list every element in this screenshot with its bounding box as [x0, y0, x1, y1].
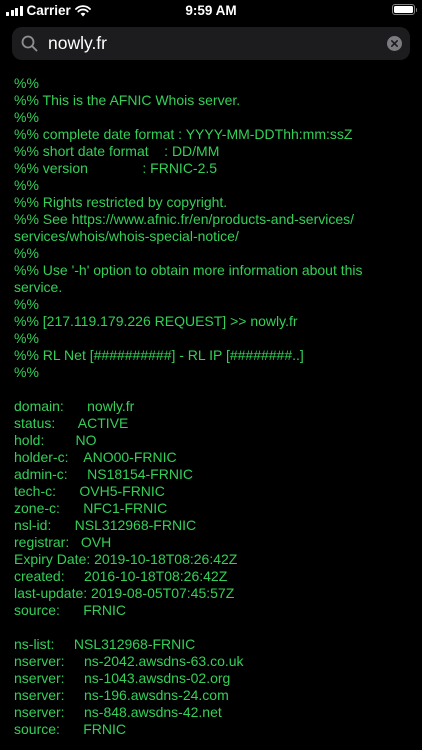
whois-line: service. [14, 279, 63, 295]
whois-line [14, 619, 414, 636]
whois-line: %% version : FRNIC-2.5 [14, 160, 218, 176]
whois-line: nserver: ns-848.awsdns-42.net [14, 704, 222, 720]
whois-line: nsl-id: NSL312968-FRNIC [14, 517, 197, 533]
whois-line: domain: nowly.fr [14, 398, 135, 414]
whois-line: %% [14, 296, 39, 312]
whois-line: nserver: ns-196.awsdns-24.com [14, 687, 229, 703]
whois-line: %% Rights restricted by copyright. [14, 194, 228, 210]
whois-line: source: FRNIC [14, 721, 127, 737]
whois-line: nserver: ns-2042.awsdns-63.co.uk [14, 653, 244, 669]
search-input[interactable] [48, 27, 378, 60]
whois-line: admin-c: NS18154-FRNIC [14, 466, 193, 482]
whois-line: %% This is the AFNIC Whois server. [14, 92, 241, 108]
whois-line: %% See https://www.afnic.fr/en/products-… [14, 211, 355, 227]
whois-line: %% complete date format : YYYY-MM-DDThh:… [14, 126, 353, 142]
status-right [392, 4, 417, 15]
whois-line: ns-list: NSL312968-FRNIC [14, 636, 196, 652]
whois-line: holder-c: ANO00-FRNIC [14, 449, 177, 465]
search-icon [21, 35, 38, 52]
status-bar: Carrier 9:59 AM [0, 0, 422, 22]
battery-icon [392, 4, 417, 15]
whois-line: %% [14, 177, 39, 193]
status-time: 9:59 AM [185, 3, 237, 18]
whois-line: registrar: OVH [14, 534, 112, 550]
whois-line: Expiry Date: 2019-10-18T08:26:42Z [14, 551, 238, 567]
whois-line: %% [14, 109, 39, 125]
whois-line: nserver: ns-1043.awsdns-02.org [14, 670, 231, 686]
whois-line: created: 2016-10-18T08:26:42Z [14, 568, 228, 584]
whois-line: hold: NO [14, 432, 97, 448]
whois-line: status: ACTIVE [14, 415, 129, 431]
whois-line: %% [14, 75, 39, 91]
whois-line: tech-c: OVH5-FRNIC [14, 483, 165, 499]
clear-icon[interactable] [387, 36, 402, 51]
whois-line: zone-c: NFC1-FRNIC [14, 500, 168, 516]
whois-line: last-update: 2019-08-05T07:45:57Z [14, 585, 235, 601]
whois-line: %% [14, 245, 39, 261]
whois-line: %% short date format : DD/MM [14, 143, 220, 159]
whois-line: %% RL Net [##########] - RL IP [########… [14, 347, 304, 363]
search-bar[interactable] [12, 27, 410, 60]
whois-line: %% [14, 364, 39, 380]
whois-line: %% [217.119.179.226 REQUEST] >> nowly.fr [14, 313, 298, 329]
whois-line: %% [14, 330, 39, 346]
whois-output: %%%% This is the AFNIC Whois server.%%%%… [14, 75, 414, 738]
whois-line: source: FRNIC [14, 602, 127, 618]
whois-line: services/whois/whois-special-notice/ [14, 228, 239, 244]
whois-line: %% Use '-h' option to obtain more inform… [14, 262, 363, 278]
whois-line [14, 381, 414, 398]
